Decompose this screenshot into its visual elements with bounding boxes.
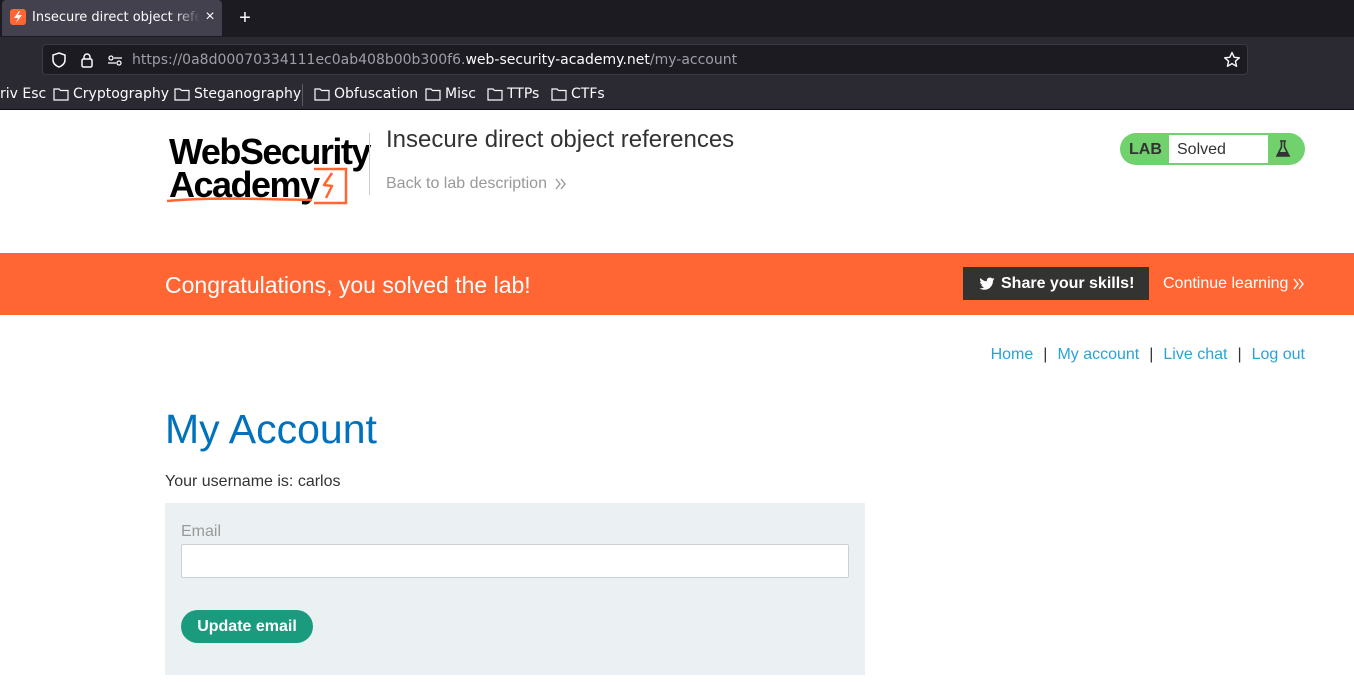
bookmark-star-icon[interactable] (1223, 51, 1241, 74)
bookmark-label: Obfuscation (334, 86, 419, 102)
url-text[interactable]: https://0a8d00070334111ec0ab408b00b300f6… (132, 52, 737, 68)
page-title: My Account (165, 406, 377, 452)
browser-nav-bar: https://0a8d00070334111ec0ab408b00b300f6… (0, 37, 1354, 81)
header-divider (369, 133, 370, 195)
twitter-icon (979, 277, 995, 290)
lock-icon[interactable] (79, 52, 95, 68)
username-text: Your username is: carlos (165, 473, 341, 490)
folder-icon (425, 88, 441, 101)
nav-home-link[interactable]: Home (991, 346, 1034, 364)
folder-icon (174, 88, 190, 101)
bookmark-label: Cryptography (73, 86, 170, 102)
lab-header: WebSecurity Academy Insecure direct obje… (0, 111, 1354, 253)
bookmark-label: riv Esc (0, 86, 47, 102)
double-chevron-right-icon (1293, 278, 1305, 290)
shield-icon[interactable] (51, 52, 67, 68)
folder-icon (551, 88, 567, 101)
lab-status-text: Solved (1177, 141, 1226, 158)
url-bar[interactable]: https://0a8d00070334111ec0ab408b00b300f6… (42, 44, 1248, 75)
folder-icon (314, 88, 330, 101)
folder-icon (487, 88, 503, 101)
folder-icon (53, 88, 69, 101)
lightning-favicon-icon (10, 9, 26, 25)
share-your-skills-button[interactable]: Share your skills! (963, 267, 1149, 300)
email-field[interactable] (181, 544, 849, 578)
lab-title: Insecure direct object references (386, 126, 735, 153)
back-link-label: Back to lab description (386, 175, 547, 192)
back-to-lab-description-link[interactable]: Back to lab description (386, 175, 567, 193)
bookmark-folder-ctfs[interactable]: CTFs (551, 86, 605, 102)
bookmark-label: TTPs (507, 86, 540, 102)
continue-learning-label: Continue learning (1163, 275, 1289, 292)
web-security-academy-logo[interactable]: WebSecurity Academy (166, 131, 371, 206)
nav-my-account-link[interactable]: My account (1057, 346, 1139, 364)
bookmark-separator (302, 84, 303, 106)
top-navigation: Home | My account | Live chat | Log out (991, 346, 1305, 364)
continue-learning-link[interactable]: Continue learning (1163, 275, 1305, 293)
nav-separator: | (1043, 346, 1048, 363)
close-tab-icon[interactable]: × (201, 8, 219, 26)
congratulations-message: Congratulations, you solved the lab! (165, 272, 531, 298)
lab-label: LAB (1129, 141, 1162, 158)
flask-icon (1275, 140, 1291, 157)
tab-title: Insecure direct object references (32, 10, 200, 25)
logo-lightning-icon (166, 167, 348, 205)
bookmark-folder-misc[interactable]: Misc (425, 86, 476, 102)
browser-tab[interactable]: Insecure direct object references × (2, 0, 222, 36)
nav-live-chat-link[interactable]: Live chat (1163, 346, 1227, 364)
bookmark-label: Steganography (194, 86, 302, 102)
new-tab-icon[interactable]: + (234, 7, 256, 29)
nav-separator: | (1237, 346, 1242, 363)
bookmark-folder-steganography[interactable]: Steganography (174, 86, 301, 102)
bookmark-folder-obfuscation[interactable]: Obfuscation (314, 86, 418, 102)
url-path: /my-account (649, 52, 738, 68)
update-email-button[interactable]: Update email (181, 610, 313, 643)
bookmark-label: CTFs (571, 86, 605, 102)
solved-banner: Congratulations, you solved the lab! Sha… (0, 253, 1354, 315)
bookmark-folder-cryptography[interactable]: Cryptography (53, 86, 169, 102)
bookmark-label: Misc (445, 86, 476, 102)
browser-tab-bar: Insecure direct object references × + (0, 0, 1354, 37)
url-host: web-security-academy.net (465, 52, 650, 68)
url-prefix: https://0a8d00070334111ec0ab408b00b300f6… (132, 52, 466, 68)
double-chevron-right-icon (555, 178, 566, 190)
bookmark-priv-esc[interactable]: riv Esc (0, 86, 46, 102)
permissions-icon[interactable] (107, 52, 123, 68)
lab-status-box: Solved (1169, 135, 1268, 163)
bookmarks-toolbar: riv Esc Cryptography Steganography Obfus… (0, 81, 1354, 110)
share-button-label: Share your skills! (1001, 274, 1135, 292)
nav-separator: | (1149, 346, 1154, 363)
change-email-form: Email Update email (165, 503, 865, 675)
email-label: Email (181, 523, 222, 540)
nav-log-out-link[interactable]: Log out (1252, 346, 1305, 364)
web-page: WebSecurity Academy Insecure direct obje… (0, 111, 1354, 682)
lab-status-widget: LAB Solved (1120, 133, 1305, 165)
bookmark-folder-ttps[interactable]: TTPs (487, 86, 539, 102)
